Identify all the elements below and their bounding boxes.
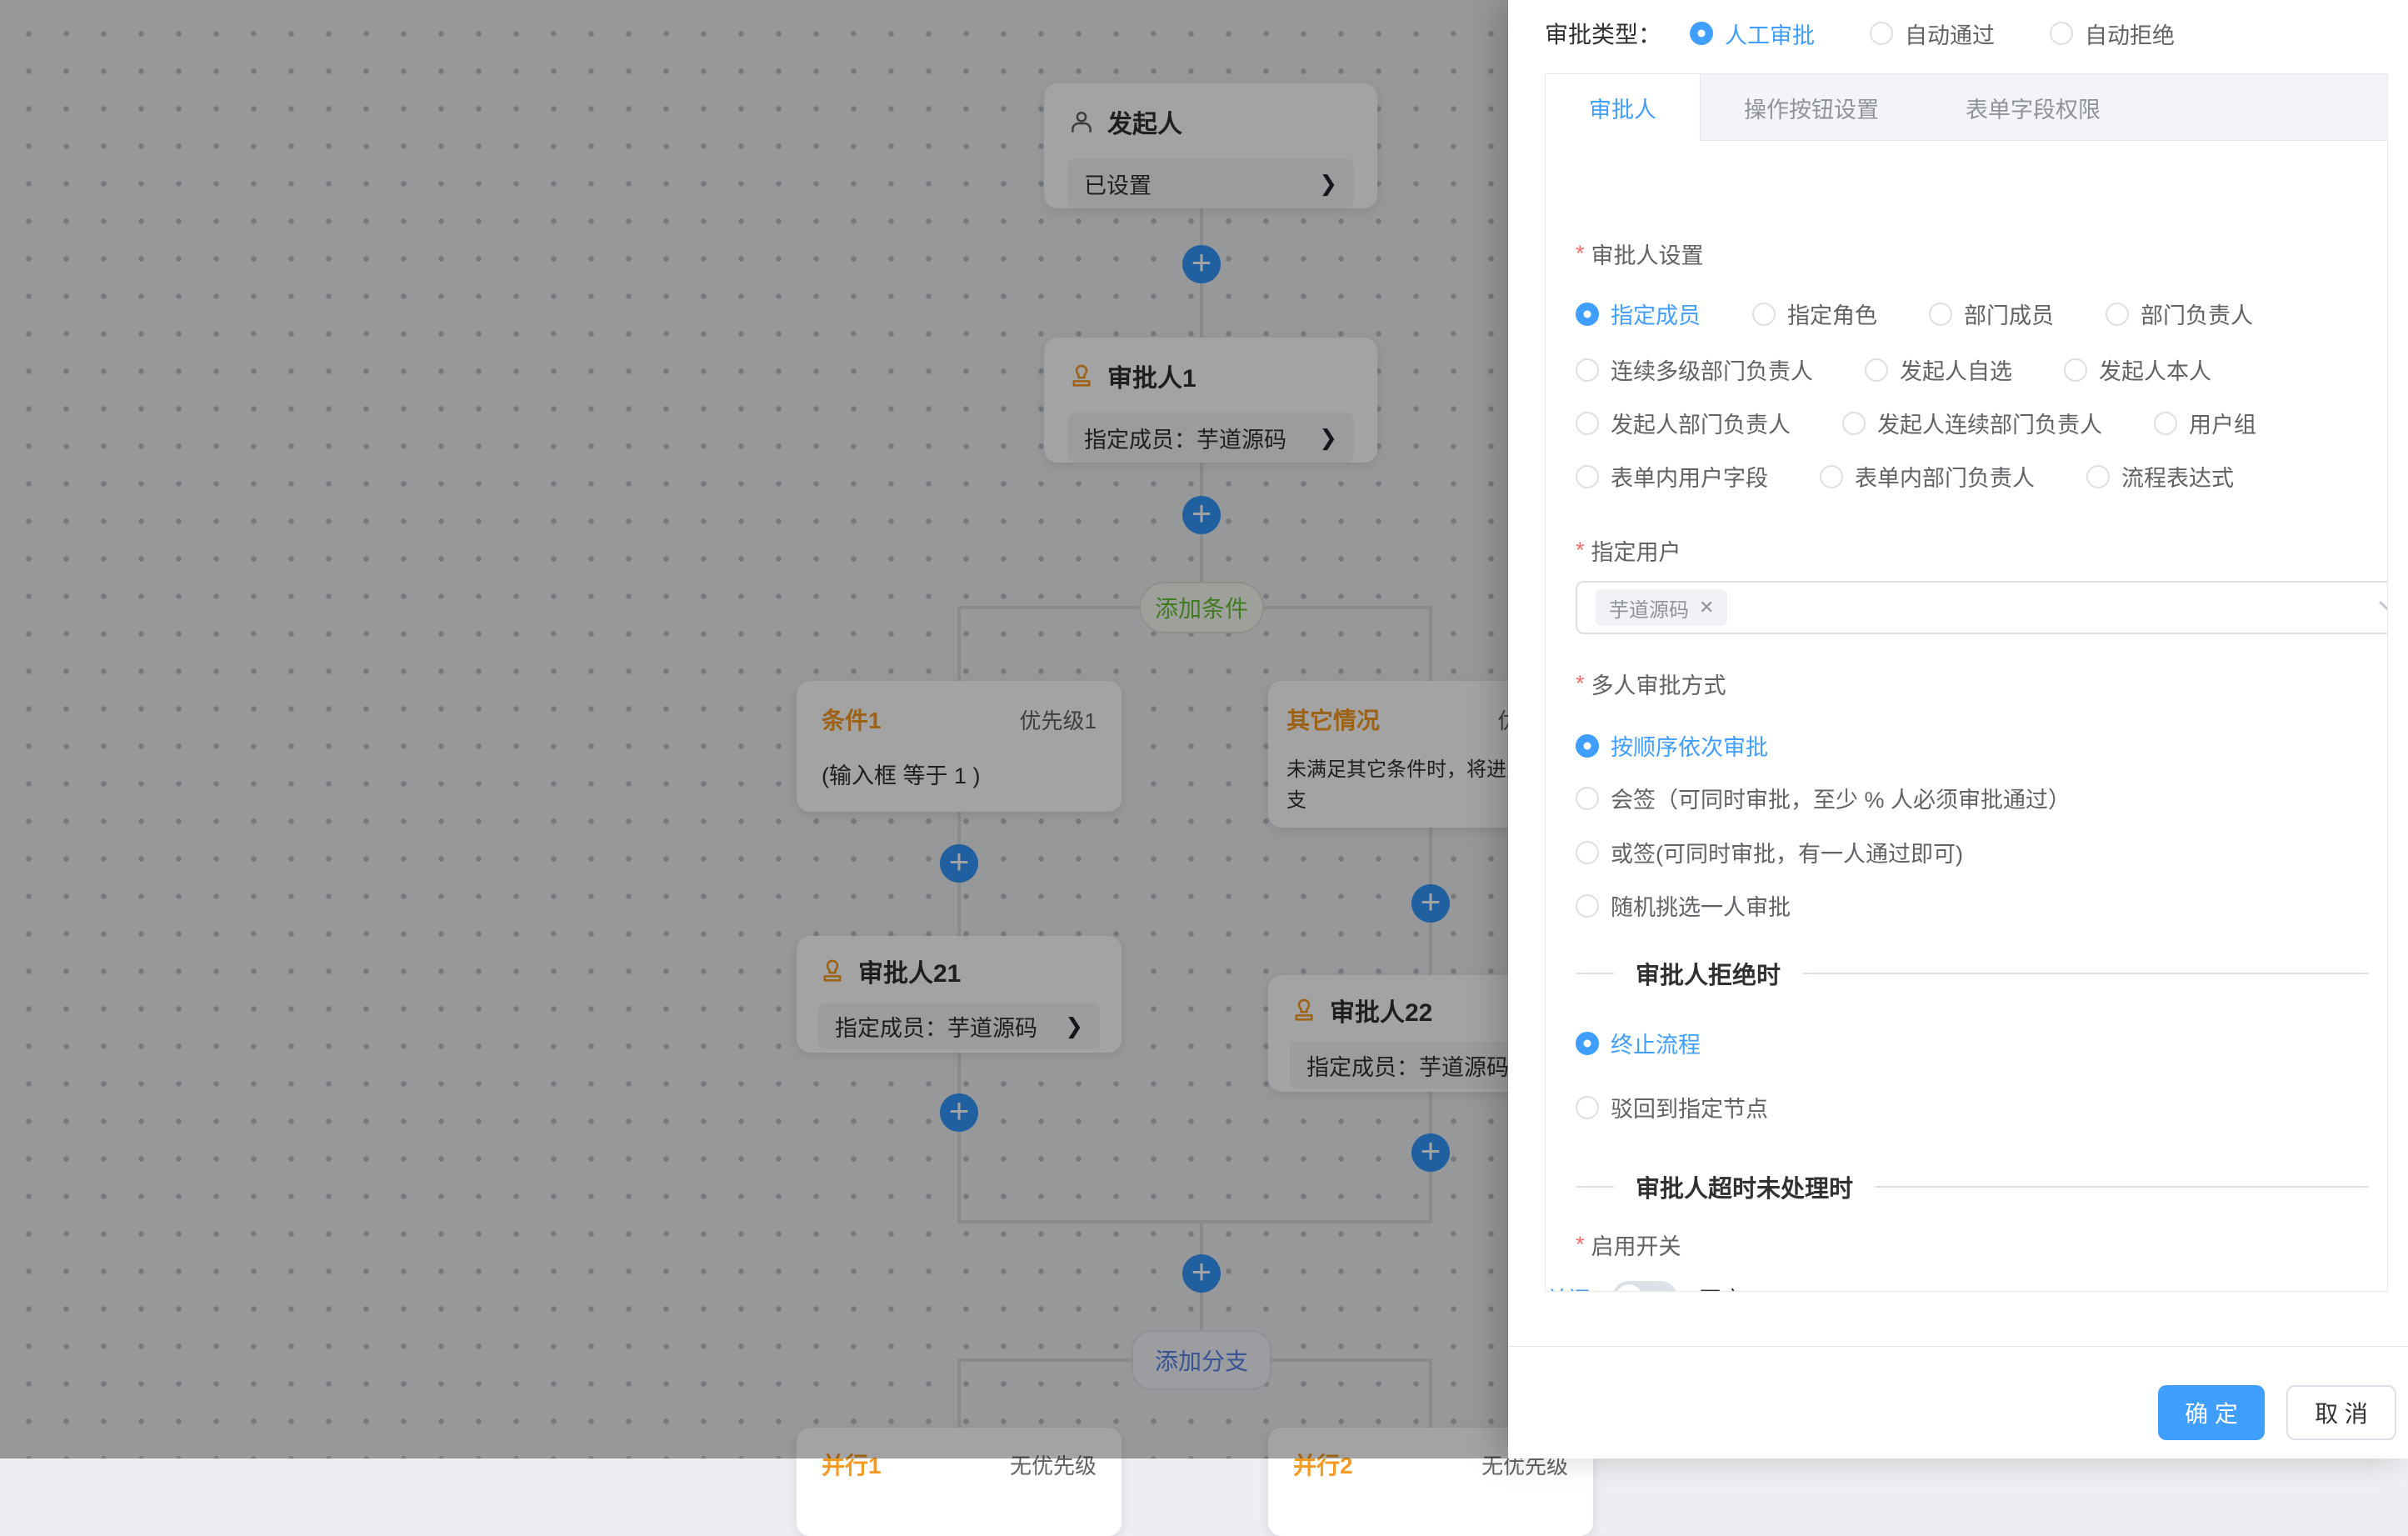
radio-selected-icon	[1576, 303, 1599, 326]
tab-form-field-permission[interactable]: 表单字段权限	[1922, 74, 2144, 141]
radio-dept-member[interactable]: 部门成员	[1929, 298, 2054, 330]
radio-icon	[1576, 894, 1599, 918]
radio-multi-level-dept-leader[interactable]: 连续多级部门负责人	[1576, 353, 1813, 386]
switch-on-label: 开启	[1699, 1282, 1744, 1292]
radio-random-one[interactable]: 随机挑选一人审批	[1576, 889, 1791, 922]
approval-type-row: 审批类型： 人工审批 自动通过 自动拒绝	[1545, 17, 2175, 50]
required-star: *	[1576, 241, 1585, 267]
radio-orsign[interactable]: 或签(可同时审批，有一人通过即可)	[1576, 836, 1963, 868]
radio-initiator-dept-leader[interactable]: 发起人部门负责人	[1576, 407, 1791, 439]
approver-setting-row3: 发起人部门负责人 发起人连续部门负责人 用户组	[1576, 407, 2256, 439]
timeout-section-title: 审批人超时未处理时	[1636, 1169, 1853, 1204]
radio-icon	[1929, 303, 1952, 326]
radio-icon	[2106, 303, 2129, 326]
radio-icon	[1576, 787, 1599, 810]
timeout-toggle-switch[interactable]	[1612, 1281, 1677, 1291]
radio-return-to-node[interactable]: 驳回到指定节点	[1576, 1091, 1768, 1123]
timeout-switch-row: 关闭 开启	[1546, 1281, 1744, 1291]
approver-setting-label: * 审批人设置	[1576, 238, 1704, 270]
tab-body-approver: * 审批人设置 指定成员 指定角色 部门成员 部门负责人	[1546, 141, 2387, 1291]
radio-icon	[1842, 412, 1866, 435]
radio-form-dept-leader[interactable]: 表单内部门负责人	[1820, 460, 2035, 493]
required-star: *	[1576, 538, 1585, 563]
radio-icon	[2154, 412, 2177, 435]
tabs-bar: 审批人 操作按钮设置 表单字段权限	[1546, 74, 2387, 141]
radio-terminate-process[interactable]: 终止流程	[1576, 1027, 1701, 1059]
radio-icon	[1576, 412, 1599, 435]
radio-form-user-field[interactable]: 表单内用户字段	[1576, 460, 1768, 493]
radio-icon	[2064, 358, 2087, 382]
tag-close-icon[interactable]: ✕	[1699, 598, 1714, 617]
approval-config-panel: 审批类型： 人工审批 自动通过 自动拒绝 审批人 操作按钮设置 表单字段权限	[1508, 0, 2408, 1458]
radio-process-expression[interactable]: 流程表达式	[2086, 460, 2234, 493]
radio-user-group[interactable]: 用户组	[2154, 407, 2256, 439]
radio-dept-leader[interactable]: 部门负责人	[2106, 298, 2253, 330]
radio-auto-pass[interactable]: 自动通过	[1870, 18, 1995, 50]
radio-initiator-choose[interactable]: 发起人自选	[1865, 353, 2012, 386]
reject-section-title: 审批人拒绝时	[1636, 956, 1781, 991]
tab-approver[interactable]: 审批人	[1546, 74, 1701, 141]
approver-setting-row4: 表单内用户字段 表单内部门负责人 流程表达式	[1576, 460, 2234, 493]
radio-initiator-multi-dept-leader[interactable]: 发起人连续部门负责人	[1842, 407, 2102, 439]
radio-assign-role[interactable]: 指定角色	[1752, 298, 1877, 330]
enable-switch-label: * 启用开关	[1576, 1228, 1681, 1261]
confirm-button[interactable]: 确 定	[2158, 1385, 2265, 1440]
radio-icon	[2050, 22, 2073, 45]
radio-selected-icon	[1690, 22, 1713, 45]
radio-icon	[2086, 465, 2110, 488]
config-tabs-card: 审批人 操作按钮设置 表单字段权限 * 审批人设置 指定成员 指定角色	[1545, 73, 2388, 1292]
cancel-button[interactable]: 取 消	[2286, 1385, 2396, 1440]
drawer-footer: 确 定 取 消	[1508, 1346, 2408, 1458]
radio-sequential-approve[interactable]: 按顺序依次审批	[1576, 729, 1768, 762]
radio-icon	[1865, 358, 1888, 382]
approver-setting-row1: 指定成员 指定角色 部门成员 部门负责人	[1576, 298, 2253, 330]
chevron-down-icon	[2377, 599, 2387, 616]
radio-icon	[1576, 1096, 1599, 1119]
assign-user-select[interactable]: 芋道源码 ✕	[1576, 581, 2387, 634]
radio-selected-icon	[1576, 734, 1599, 758]
radio-initiator-self[interactable]: 发起人本人	[2064, 353, 2211, 386]
radio-icon	[1576, 358, 1599, 382]
approval-type-label: 审批类型：	[1545, 17, 1661, 50]
radio-selected-icon	[1576, 1032, 1599, 1055]
required-star: *	[1576, 1232, 1585, 1258]
radio-icon	[1752, 303, 1776, 326]
radio-icon	[1870, 22, 1893, 45]
radio-assign-member[interactable]: 指定成员	[1576, 298, 1701, 330]
radio-icon	[1820, 465, 1843, 488]
reject-section-divider: 审批人拒绝时	[1576, 956, 2369, 991]
radio-auto-reject[interactable]: 自动拒绝	[2050, 18, 2175, 50]
user-tag: 芋道源码 ✕	[1596, 589, 1727, 626]
tab-button-settings[interactable]: 操作按钮设置	[1701, 74, 1922, 141]
required-star: *	[1576, 671, 1585, 697]
radio-manual-approve[interactable]: 人工审批	[1690, 18, 1815, 50]
switch-off-label: 关闭	[1546, 1282, 1591, 1292]
multi-approve-label: * 多人审批方式	[1576, 668, 1726, 700]
timeout-section-divider: 审批人超时未处理时	[1576, 1169, 2369, 1204]
radio-countersign[interactable]: 会签（可同时审批，至少 % 人必须审批通过）	[1576, 782, 2071, 814]
radio-icon	[1576, 465, 1599, 488]
assign-user-label: * 指定用户	[1576, 534, 1681, 567]
approver-setting-row2: 连续多级部门负责人 发起人自选 发起人本人	[1576, 353, 2211, 386]
user-tag-label: 芋道源码	[1609, 593, 1689, 623]
radio-icon	[1576, 841, 1599, 864]
